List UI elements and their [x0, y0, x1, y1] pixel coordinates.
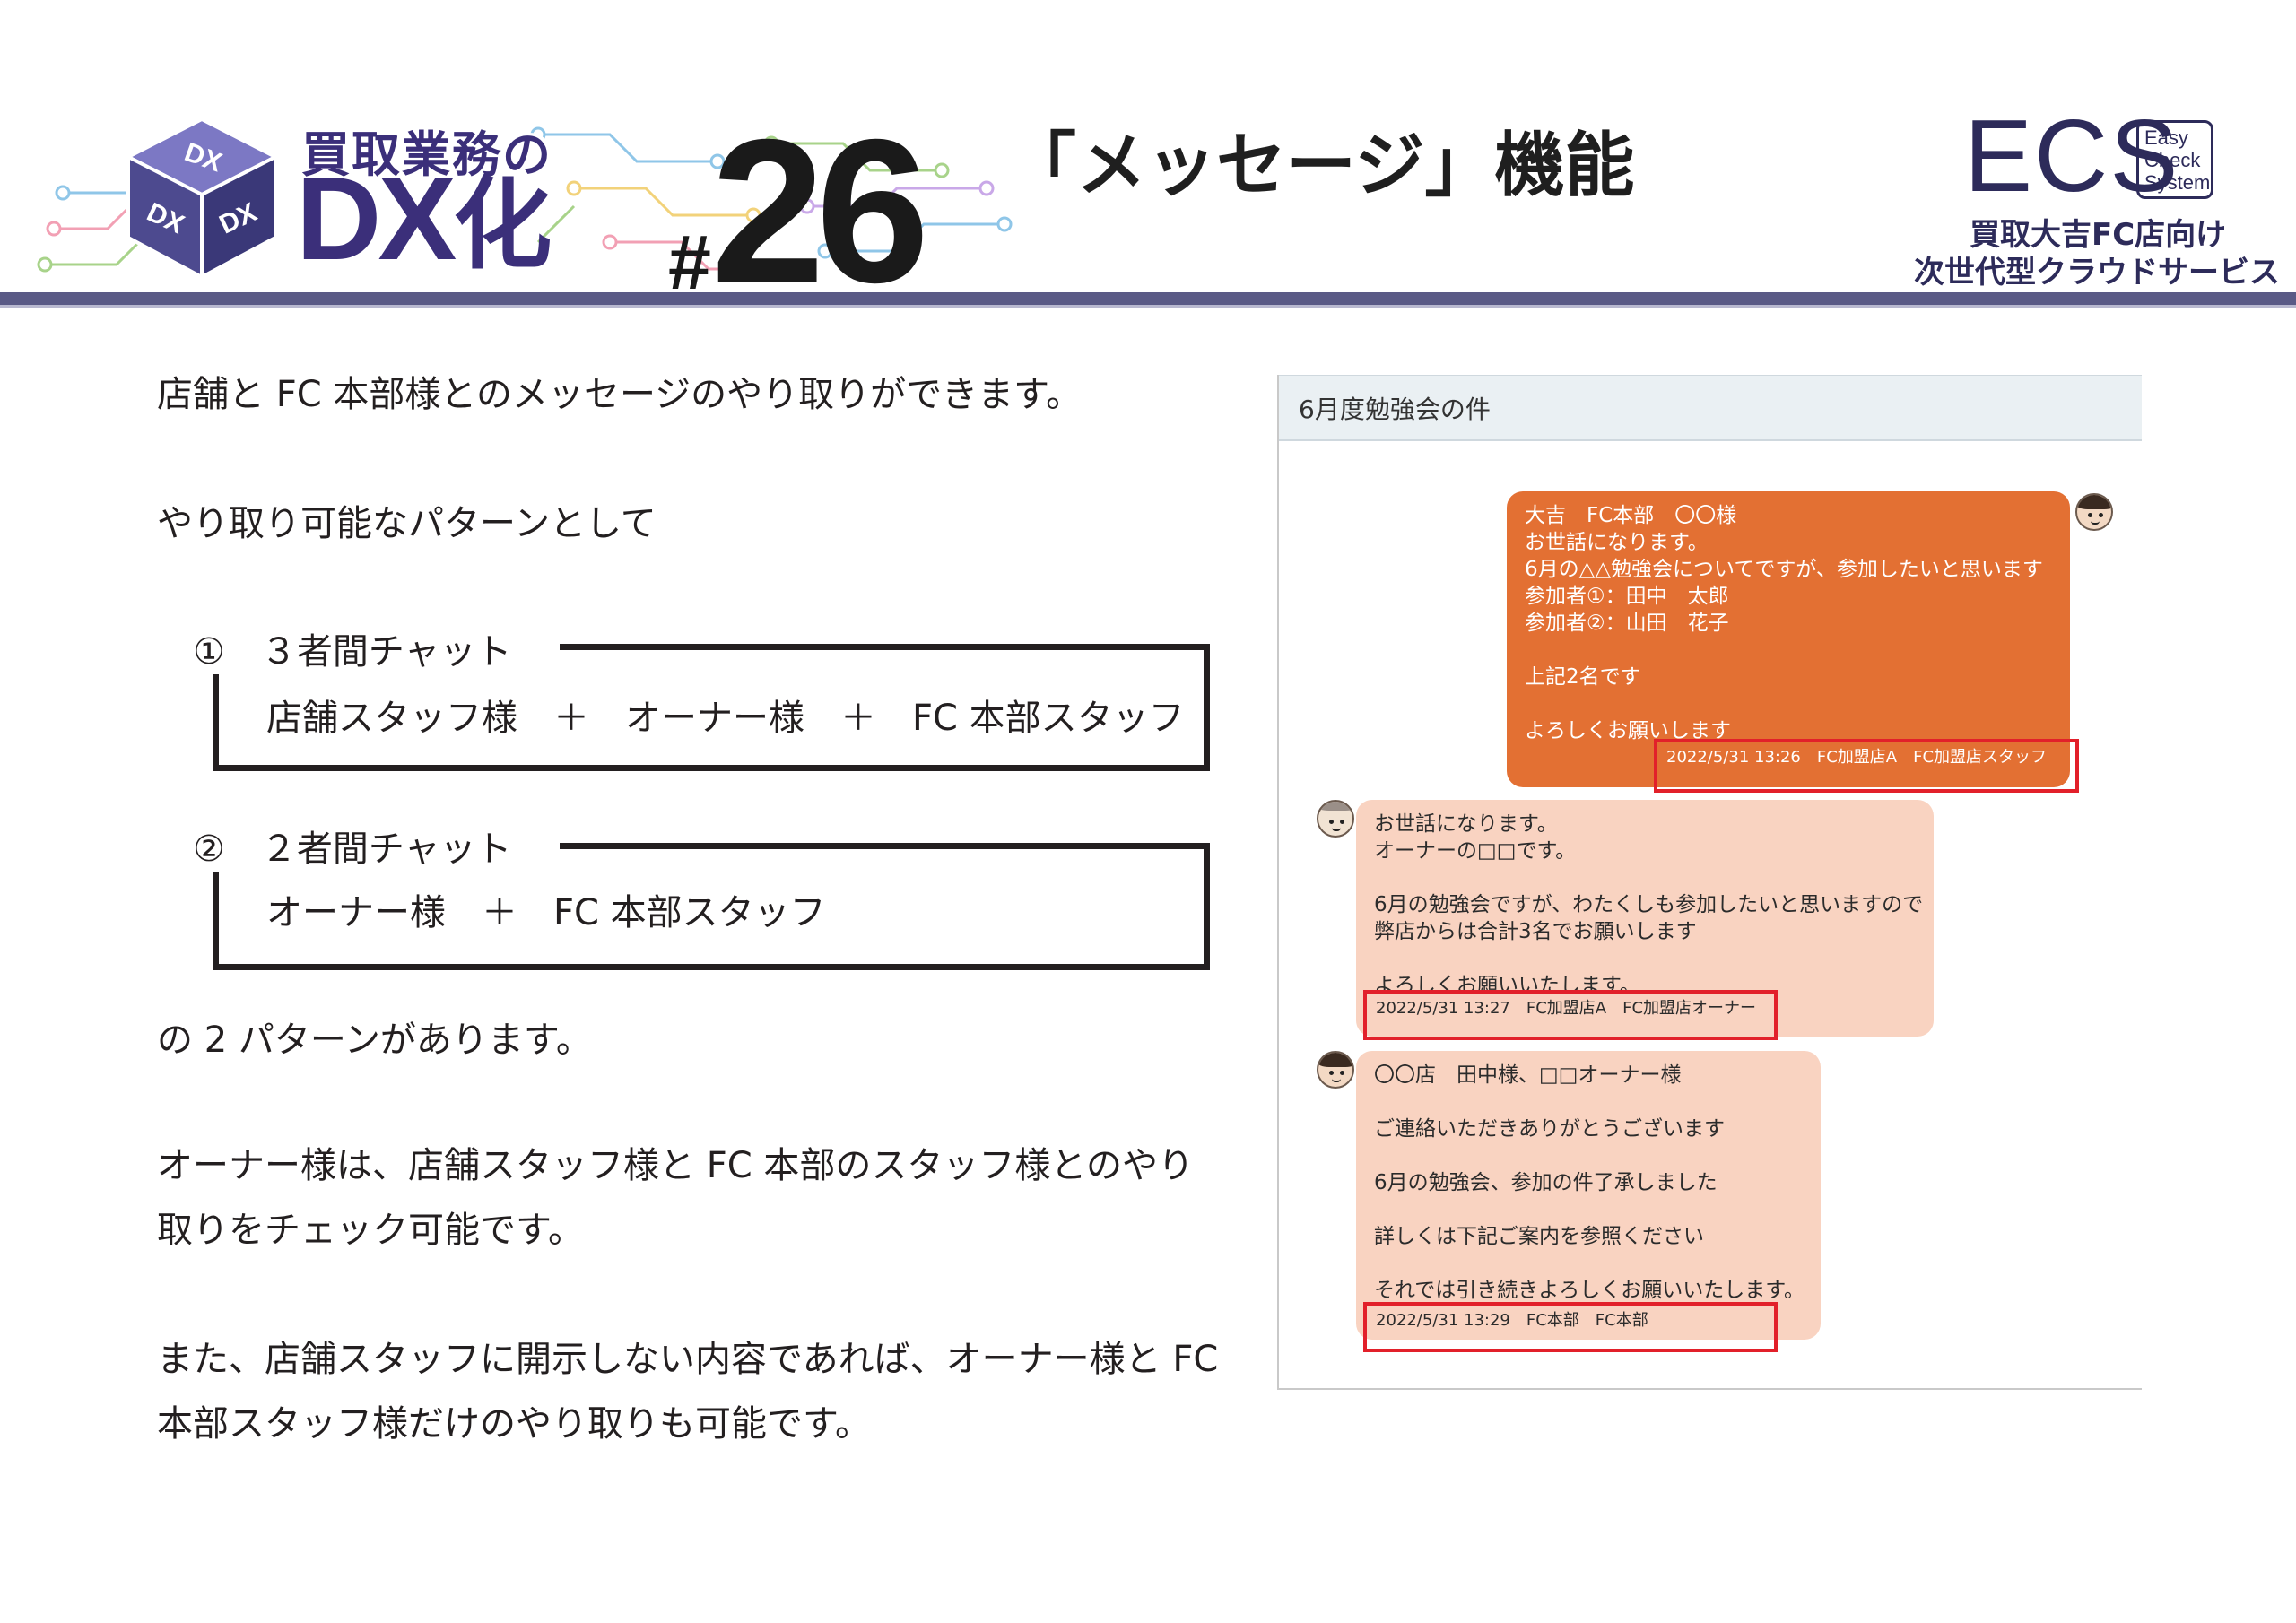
ecs-logo: ECS Easy Check System: [1964, 106, 2215, 208]
message-line: 大吉 FC本部 〇〇様: [1525, 504, 1737, 527]
message-bubble-hq: 〇〇店 田中様、□□オーナー様 ご連絡いただきありがとうございます 6月の勉強会…: [1356, 1051, 1821, 1340]
avatar-hair: [1318, 802, 1352, 811]
message-line: 詳しくは下記ご案内を参照ください: [1374, 1225, 1704, 1248]
avatar-eye: [1329, 1071, 1334, 1075]
page-title: 「メッセージ」機能: [1006, 126, 1635, 206]
message-line: [1374, 1250, 1803, 1277]
private-note-line: 本部スタッフ様だけのやり取りも可能です。: [157, 1403, 871, 1445]
patterns-lead: やり取り可能なパターンとして: [157, 503, 657, 544]
logo-dx: DX: [296, 152, 457, 284]
message-line: 上記2名です: [1525, 665, 1641, 689]
message-line: [1374, 1196, 1803, 1223]
owner-avatar: [1317, 800, 1354, 838]
pattern-members-1: 店舗スタッフ様 ＋ オーナー様 ＋ FC 本部スタッフ: [266, 698, 1185, 739]
avatar-eye: [2088, 513, 2092, 517]
private-note: また、店舗スタッフに開示しない内容であれば、オーナー様と FC 本部スタッフ様だ…: [157, 1327, 1218, 1456]
avatar-mouth: [1332, 1079, 1341, 1082]
owner-note: オーナー様は、店舗スタッフ様と FC 本部のスタッフ様とのやり 取りをチェック可…: [157, 1133, 1194, 1263]
logo-dx-suffix: 化: [453, 170, 552, 281]
owner-note-line: オーナー様は、店舗スタッフ様と FC 本部のスタッフ様とのやり: [157, 1145, 1194, 1186]
ecs-badge: Easy Check System: [2136, 120, 2213, 199]
avatar-hair: [1318, 1053, 1352, 1067]
pattern-heading-2: ② ２者間チャット: [193, 820, 525, 872]
message-line: 弊店からは合計3名でお願いします: [1374, 920, 1697, 943]
dx-cube-icon: DX DX DX: [124, 117, 280, 281]
avatar-eye: [1340, 820, 1344, 824]
staff-avatar: [2075, 493, 2113, 531]
avatar-eye: [1329, 820, 1334, 824]
chat-screenshot: 6月度勉強会の件 大吉 FC本部 〇〇様 お世話になります。 6月の△△勉強会に…: [1277, 375, 2142, 1390]
message-line: 6月の△△勉強会についてですが、参加したいと思います: [1525, 558, 2043, 581]
ecs-badge-line: Check: [2144, 149, 2201, 171]
episode-number: #26: [668, 109, 929, 314]
pattern-heading-1: ① ３者間チャット: [193, 622, 525, 674]
message-line: オーナーの□□です。: [1374, 839, 1577, 863]
message-line: 6月の勉強会ですが、わたくしも参加したいと思いますので: [1374, 893, 1924, 916]
avatar-eye: [1340, 1071, 1344, 1075]
patterns-tail: の 2 パターンがあります。: [157, 1020, 592, 1061]
avatar-hair: [2077, 495, 2111, 509]
intro-text: 店舗と FC 本部様とのメッセージのやり取りができます。: [157, 374, 1083, 415]
message-line: それでは引き続きよろしくお願いいたします。: [1374, 1279, 1805, 1302]
message-line: [1374, 945, 1916, 972]
message-line: お世話になります。: [1374, 812, 1558, 836]
message-line: お世話になります。: [1525, 531, 1709, 554]
episode-num: 26: [710, 98, 930, 325]
message-line: 参加者①：田中 太郎: [1525, 585, 1729, 608]
message-line: [1374, 1142, 1803, 1169]
header-rule-light: [0, 305, 2296, 308]
owner-note-line: 取りをチェック可能です。: [157, 1210, 584, 1251]
thread-header: 6月度勉強会の件: [1279, 375, 2142, 441]
ecs-badge-line: Easy: [2144, 126, 2188, 149]
message-line: ご連絡いただきありがとうございます: [1374, 1117, 1725, 1141]
message-line: [1374, 864, 1916, 891]
avatar-eye: [2099, 513, 2103, 517]
logo-dx-text: DX化: [296, 160, 552, 281]
thread-title: 6月度勉強会の件: [1299, 395, 1491, 424]
hq-avatar: [1317, 1051, 1354, 1089]
page-header: DX DX DX 買取業務の DX化 #26 「メッセージ」機能 ECS Eas…: [0, 0, 2296, 314]
private-note-line: また、店舗スタッフに開示しない内容であれば、オーナー様と FC: [157, 1339, 1219, 1380]
pattern-members-2: オーナー様 ＋ FC 本部スタッフ: [266, 892, 826, 933]
message-line: 〇〇店 田中様、□□オーナー様: [1374, 1063, 1682, 1087]
message-meta-highlight: 2022/5/31 13:29 FC本部 FC本部: [1363, 1302, 1778, 1352]
message-line: [1525, 690, 2052, 717]
message-line: [1374, 1089, 1803, 1115]
message-line: 参加者②：山田 花子: [1525, 612, 1729, 635]
avatar-mouth: [1332, 828, 1341, 831]
pattern-box-top-rule: [560, 843, 1210, 849]
message-line: [1525, 637, 2052, 664]
message-meta-highlight: 2022/5/31 13:27 FC加盟店A FC加盟店オーナー: [1363, 990, 1778, 1040]
avatar-mouth: [2091, 521, 2100, 525]
ecs-badge-line: System: [2144, 171, 2211, 194]
ecs-subtitle-2: 次世代型クラウドサービス: [1914, 255, 2280, 291]
message-line: 6月の勉強会、参加の件了承しました: [1374, 1171, 1718, 1194]
pattern-box-top-rule: [560, 644, 1210, 650]
message-meta-highlight: 2022/5/31 13:26 FC加盟店A FC加盟店スタッフ: [1654, 739, 2079, 793]
